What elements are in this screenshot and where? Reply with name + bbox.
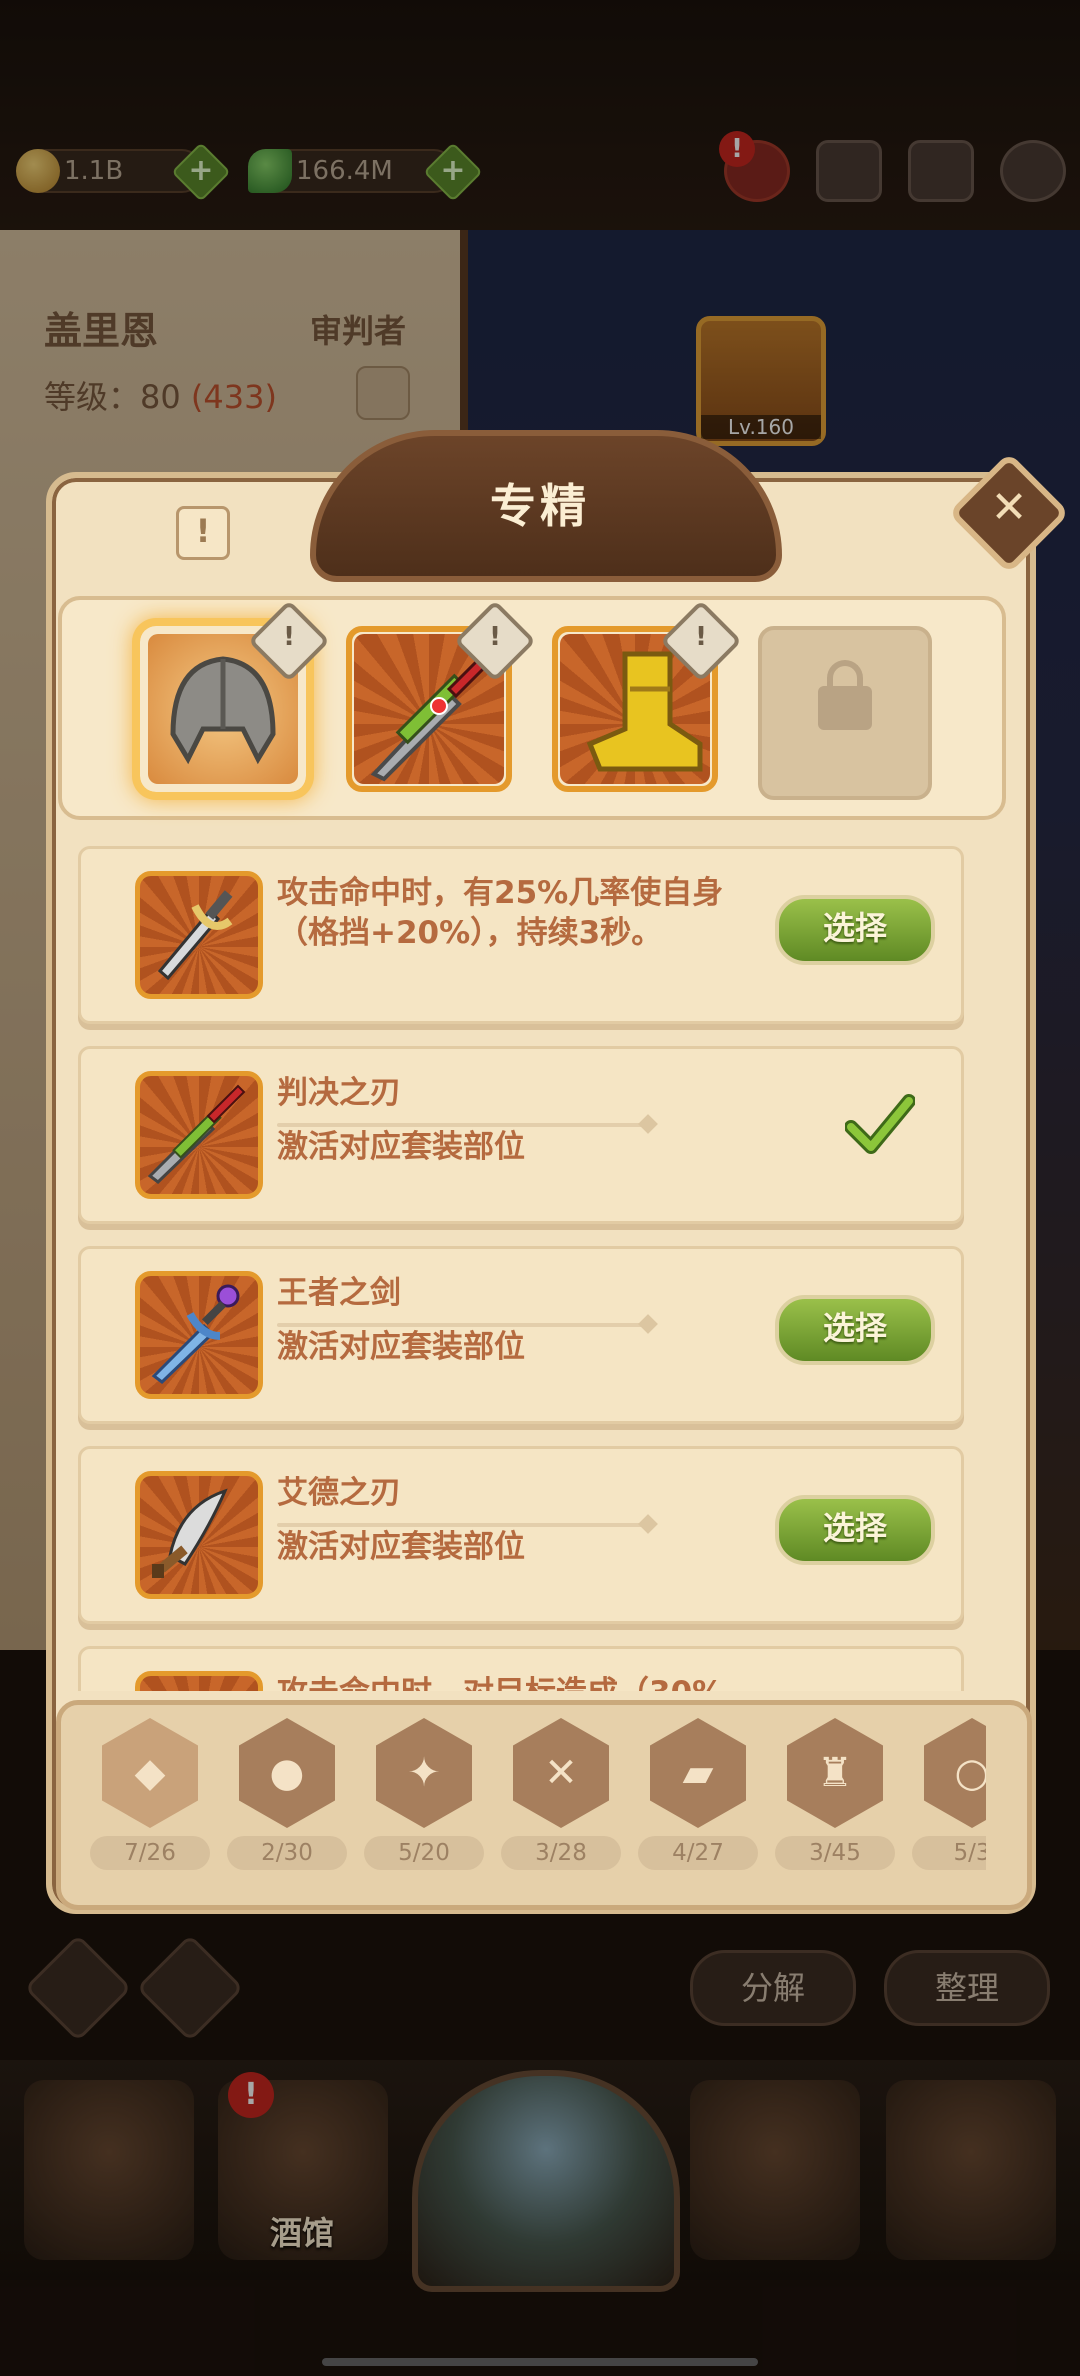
armor-icon: ♜ — [787, 1718, 883, 1828]
bone-icon: ● — [239, 1718, 335, 1828]
card-description-line1: 攻击命中时，有25%几率使自身 — [277, 875, 724, 911]
slot-helmet[interactable]: ! — [140, 599, 331, 792]
dagger-icon — [135, 871, 263, 999]
sword-icon — [135, 1071, 263, 1199]
modal-title: 专精 — [490, 479, 590, 533]
slot-boots[interactable]: ! — [552, 599, 743, 792]
book-icon: ▰ — [650, 1718, 746, 1828]
material-count: 7/26 — [90, 1836, 210, 1870]
shield-icon: ✕ — [513, 1718, 609, 1828]
select-button[interactable]: 选择 — [775, 1495, 935, 1565]
list-item: 攻击命中时，有25%几率使自身 （格挡+20%），持续3秒。 选择 — [78, 846, 964, 1024]
material-slot[interactable]: ✦ 5/20 — [364, 1718, 484, 1870]
sword-icon: ✦ — [376, 1718, 472, 1828]
material-slot[interactable]: ✕ 3/28 — [501, 1718, 621, 1870]
select-button[interactable]: 选择 — [775, 1295, 935, 1365]
card-description-line2: （格挡+20%），持续3秒。 — [277, 915, 663, 951]
select-button[interactable]: 选择 — [775, 895, 935, 965]
curved-blade-icon — [135, 1471, 263, 1599]
list-item: 攻击命中时，对目标造成（30% — [78, 1646, 964, 1691]
card-description-line1: 攻击命中时，对目标造成（30% — [277, 1667, 723, 1691]
material-count: 5/20 — [364, 1836, 484, 1870]
slot-locked — [758, 626, 932, 800]
lock-icon — [818, 660, 872, 730]
card-title: 艾德之刃 — [277, 1475, 401, 1511]
list-item: 判决之刃 激活对应套装部位 — [78, 1046, 964, 1224]
material-slot[interactable]: ○ 5/3 — [912, 1718, 986, 1870]
drumstick-icon: ◆ — [102, 1718, 198, 1828]
specialization-list: 攻击命中时，有25%几率使自身 （格挡+20%），持续3秒。 选择 判决之刃 激… — [58, 836, 998, 1691]
card-description: 激活对应套装部位 — [277, 1329, 525, 1365]
check-icon — [845, 1094, 915, 1154]
material-slot[interactable]: ◆ 7/26 — [90, 1718, 210, 1870]
material-slot[interactable]: ♜ 3/45 — [775, 1718, 895, 1870]
material-count: 5/3 — [912, 1836, 986, 1870]
info-button[interactable]: ! — [176, 506, 230, 560]
list-item: 艾德之刃 激活对应套装部位 选择 — [78, 1446, 964, 1624]
material-count: 3/28 — [501, 1836, 621, 1870]
material-count: 3/45 — [775, 1836, 895, 1870]
card-title: 王者之剑 — [277, 1275, 401, 1311]
material-slot[interactable]: ● 2/30 — [227, 1718, 347, 1870]
card-description: 激活对应套装部位 — [277, 1129, 525, 1165]
material-list[interactable]: ◆ 7/26 ● 2/30 ✦ 5/20 ✕ 3/28 ▰ 4/27 ♜ 3/4… — [90, 1718, 986, 1888]
kings-sword-icon — [135, 1271, 263, 1399]
close-icon: ✕ — [990, 482, 1028, 533]
magnifier-icon: ○ — [924, 1718, 986, 1828]
material-count: 4/27 — [638, 1836, 758, 1870]
slot-sword[interactable]: ! — [346, 599, 537, 792]
material-count: 2/30 — [227, 1836, 347, 1870]
card-item-icon — [135, 1671, 263, 1691]
card-description: 激活对应套装部位 — [277, 1529, 525, 1565]
list-item: 王者之剑 激活对应套装部位 选择 — [78, 1246, 964, 1424]
material-slot[interactable]: ▰ 4/27 — [638, 1718, 758, 1870]
card-title: 判决之刃 — [277, 1075, 401, 1111]
